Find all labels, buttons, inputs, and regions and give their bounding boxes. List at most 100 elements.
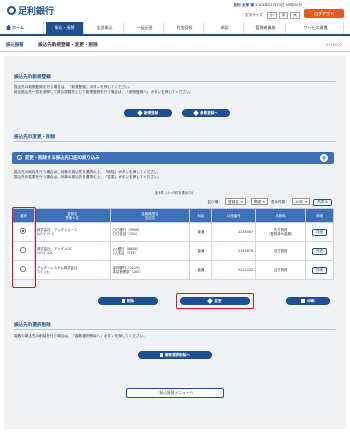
col-type: 科目 bbox=[189, 208, 213, 223]
pencil-icon bbox=[136, 109, 143, 116]
print-label: 印刷 bbox=[307, 299, 315, 303]
detail-button[interactable]: 詳細 bbox=[312, 228, 327, 236]
bulk-delete-label: 複数選択削除へ bbox=[164, 353, 191, 357]
row-detail-cell: 詳細 bbox=[305, 222, 334, 242]
pencil-icon bbox=[193, 109, 199, 116]
sort-bar: 並び順： 登録名 昇順 表示件数： 10件 再表示 bbox=[208, 198, 332, 206]
new-register-button[interactable]: 新規登録 bbox=[124, 109, 172, 117]
payee-table: 選択 登録名 受取人名 金融機関名 支店名 科目 口座番号 手数料 詳細 株式会… bbox=[12, 208, 334, 280]
col-name: 登録名 受取人名 bbox=[33, 208, 111, 223]
reload-button[interactable]: 再表示 bbox=[313, 199, 332, 206]
nav-home-label: ホーム bbox=[12, 25, 24, 30]
user-info: 足利 太郎 様 20XX年01月23日 09時50分 bbox=[233, 3, 302, 8]
select-column-highlight bbox=[12, 207, 36, 288]
back-to-menu-button[interactable]: ‹ 振込振替メニューへ bbox=[126, 388, 224, 398]
bulk-delete-button[interactable]: 複数選択削除へ bbox=[138, 351, 212, 359]
modify-note-2: 振込先の変更を行う場合は、対象の振込先を選択の上、「変更」ボタンを押してください… bbox=[14, 175, 162, 179]
delete-label: 削除 bbox=[126, 299, 135, 303]
branch-name: △△支店（234） bbox=[112, 251, 138, 255]
order-select[interactable]: 昇順 bbox=[250, 198, 268, 205]
detail-button[interactable]: 詳細 bbox=[312, 266, 327, 274]
account-type: 普通 bbox=[189, 260, 213, 280]
section-divider bbox=[14, 329, 336, 330]
payee-name: ｶ)ｱｼｷﾞﾝDC bbox=[36, 251, 54, 255]
row-bank-cell: 〇〇銀行（9996） 〇〇支店（001） bbox=[109, 222, 191, 242]
branch-name: 本店営業部（100） bbox=[112, 270, 143, 274]
table-row[interactable]: アシギンシステム株式会社 ｱｼｷﾞﾝ(ｶ 足利銀行（0129） 本店営業部（100）… bbox=[12, 260, 334, 280]
user-name: 足利 太郎 様 bbox=[233, 3, 254, 7]
nav-service-link[interactable]: サービス連携 bbox=[288, 22, 344, 34]
row-name-cell: アシギンシステム株式会社 ｱｼｷﾞﾝ(ｶ bbox=[33, 260, 111, 280]
trash-icon bbox=[159, 352, 163, 357]
row-bank-cell: 足利銀行（0129） 本店営業部（100） bbox=[109, 260, 191, 280]
reference-register-button[interactable]: 参照登録へ bbox=[182, 109, 230, 117]
nav-collection[interactable]: 代金回収 bbox=[166, 22, 204, 34]
section-divider bbox=[14, 141, 336, 142]
table-row[interactable]: 株式会社 アシギンリース ｶ)ｱｼｷﾞﾝﾘｰｽ 〇〇銀行（9996） 〇〇支店（00… bbox=[12, 222, 334, 242]
bank-name: 足利銀行 bbox=[18, 7, 55, 17]
col-bank: 金融機関名 支店名 bbox=[109, 208, 191, 223]
header: 足利銀行 足利 太郎 様 20XX年01月23日 09時50分 文字サイズ 小 … bbox=[0, 0, 350, 21]
font-size-medium[interactable]: 中 bbox=[278, 12, 289, 19]
col-account: 口座番号 bbox=[211, 208, 257, 223]
result-count: 全3件（1～3件を表示中） bbox=[154, 191, 196, 195]
printer-icon bbox=[301, 298, 306, 303]
font-size-switcher: 文字サイズ 小 中 大 bbox=[242, 12, 300, 19]
page-title: 振込先新規登録・変更・削除 bbox=[38, 43, 98, 48]
sort-label: 並び順： bbox=[207, 200, 222, 204]
trash-icon bbox=[121, 298, 125, 303]
breadcrumb: 振込振替 bbox=[6, 43, 24, 48]
logout-button[interactable]: ログアウト bbox=[304, 9, 344, 18]
account-number: 2222222 bbox=[211, 260, 257, 280]
fee-bearer: 当方負担 bbox=[255, 241, 306, 261]
nav-batch[interactable]: 一括伝送 bbox=[126, 22, 164, 34]
row-detail-cell: 詳細 bbox=[305, 260, 334, 280]
nav-approval[interactable]: 承認 bbox=[206, 22, 244, 34]
detail-button[interactable]: 詳細 bbox=[312, 247, 327, 255]
fee-bearer: 先方負担 （登録済み金額） bbox=[255, 222, 306, 242]
col-detail: 詳細 bbox=[305, 208, 334, 223]
row-detail-cell: 詳細 bbox=[305, 241, 334, 261]
font-size-large[interactable]: 大 bbox=[290, 12, 300, 19]
global-nav: ホーム 振込・振替 全部振込 一括伝送 代金回収 承認 管理者業務 サービス連携 bbox=[0, 22, 350, 36]
new-note-2: 総合振込先一覧を参照して振込振替先として新規登録を行う場合は、「参照登録へ」ボタ… bbox=[14, 90, 194, 94]
expand-icon[interactable]: + bbox=[320, 154, 328, 162]
payee-name: ｶ)ｱｼｷﾞﾝﾘｰｽ bbox=[36, 232, 54, 236]
section-divider bbox=[14, 81, 336, 82]
row-name-cell: 株式会社 アシギンDC ｶ)ｱｼｷﾞﾝDC bbox=[33, 241, 111, 261]
reference-register-label: 参照登録へ bbox=[200, 111, 218, 115]
delete-button[interactable]: 削除 bbox=[98, 297, 158, 305]
table-header-row: 選択 登録名 受取人名 金融機関名 支店名 科目 口座番号 手数料 詳細 bbox=[12, 208, 334, 223]
last-login: 20XX年01月23日 09時50分 bbox=[255, 3, 302, 7]
table-row[interactable]: 株式会社 アシギンDC ｶ)ｱｼｷﾞﾝDC △△銀行（8888） △△支店（234）… bbox=[12, 241, 334, 261]
screen-code: BFFK002 bbox=[326, 43, 342, 47]
account-number: 2345678 bbox=[211, 241, 257, 261]
bank-logo-icon bbox=[7, 6, 16, 15]
section-title-modify: 振込先の変更・削除 bbox=[14, 135, 56, 140]
per-page-select[interactable]: 10件 bbox=[292, 198, 311, 205]
payee-name: ｱｼｷﾞﾝ(ｶ bbox=[36, 270, 49, 274]
nav-home[interactable]: ホーム bbox=[4, 22, 44, 34]
nav-general-transfer[interactable]: 全部振込 bbox=[86, 22, 124, 34]
nav-transfer[interactable]: 振込・振替 bbox=[46, 22, 84, 34]
font-size-label: 文字サイズ bbox=[244, 13, 263, 17]
branch-name: 〇〇支店（001） bbox=[112, 232, 140, 236]
col-fee: 手数料 bbox=[255, 208, 306, 223]
per-page-label: 表示件数： bbox=[270, 200, 289, 204]
filter-accordion-label: 変更・削除する振込先口座の絞り込み bbox=[25, 156, 100, 161]
title-bar: 振込振替 振込先新規登録・変更・削除 BFFK002 bbox=[0, 38, 350, 52]
search-icon bbox=[17, 155, 22, 160]
nav-admin[interactable]: 管理者業務 bbox=[246, 22, 286, 34]
row-name-cell: 株式会社 アシギンリース ｶ)ｱｼｷﾞﾝﾘｰｽ bbox=[33, 222, 111, 242]
filter-accordion[interactable]: 変更・削除する振込先口座の絞り込み + bbox=[12, 152, 334, 164]
bulk-note: 複数の振込先の削除を行う場合は、「複数選択削除へ」ボタンを押してください。 bbox=[14, 334, 147, 338]
section-title-bulk: 振込先の選択削除 bbox=[14, 323, 51, 328]
back-label: 振込振替メニューへ bbox=[159, 390, 194, 395]
page: 足利銀行 足利 太郎 様 20XX年01月23日 09時50分 文字サイズ 小 … bbox=[0, 0, 350, 433]
font-size-small[interactable]: 小 bbox=[266, 12, 277, 19]
sort-select[interactable]: 登録名 bbox=[225, 198, 246, 205]
account-type: 普通 bbox=[189, 241, 213, 261]
change-button-highlight bbox=[176, 293, 254, 309]
new-register-label: 新規登録 bbox=[143, 111, 159, 115]
print-button[interactable]: 印刷 bbox=[286, 297, 330, 305]
